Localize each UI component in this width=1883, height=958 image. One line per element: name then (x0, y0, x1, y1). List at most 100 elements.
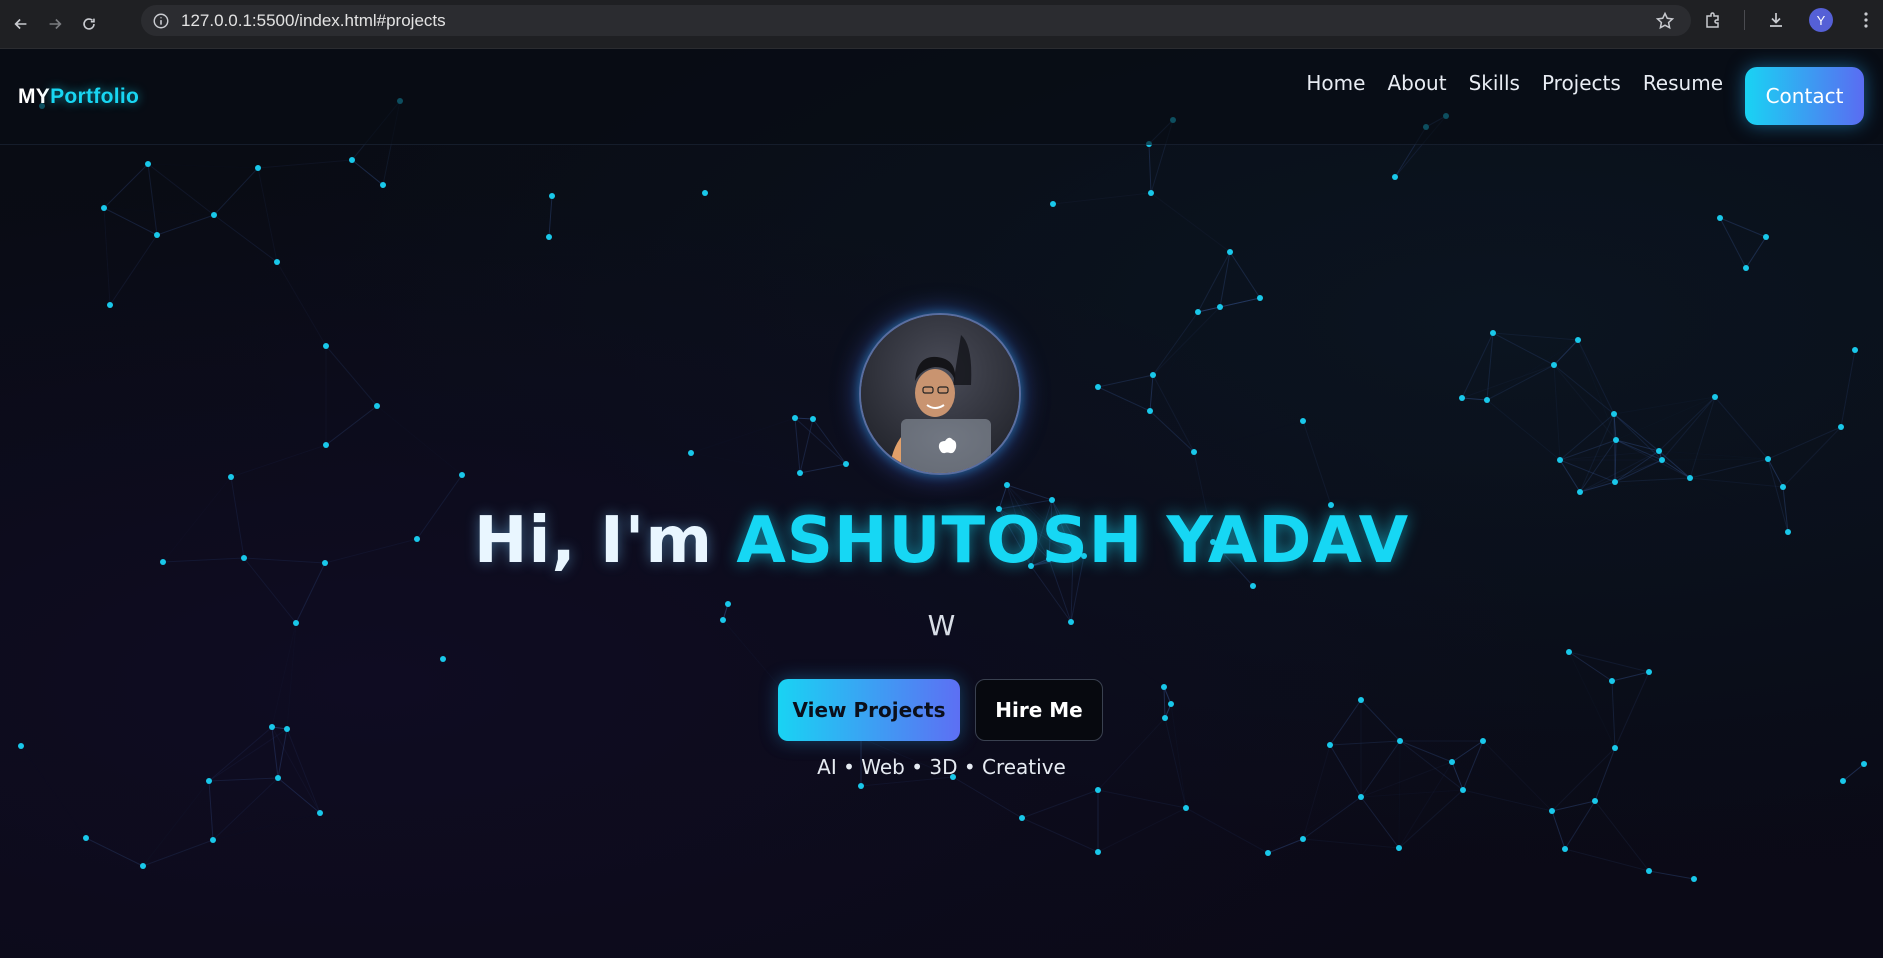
network-node (1484, 397, 1490, 403)
network-link (1594, 800, 1650, 872)
network-link (1553, 364, 1615, 415)
network-link (276, 261, 327, 347)
network-link (257, 167, 278, 263)
menu-icon[interactable] (1853, 7, 1879, 33)
typed-role-text: W (927, 609, 956, 642)
network-link (1360, 699, 1401, 742)
network-link (148, 164, 258, 168)
address-bar[interactable]: 127.0.0.1:5500/index.html#projects (141, 5, 1691, 36)
nav-links: Home About Skills Projects Resume (1284, 71, 1723, 95)
reload-icon[interactable] (74, 9, 104, 39)
network-node (1612, 745, 1618, 751)
network-link (1152, 306, 1221, 376)
network-node (1358, 697, 1364, 703)
network-link (1559, 459, 1616, 483)
network-node (1095, 849, 1101, 855)
network-node (1557, 457, 1563, 463)
network-node (1095, 787, 1101, 793)
network-link (213, 214, 278, 263)
network-node (1217, 304, 1223, 310)
extensions-icon[interactable] (1700, 7, 1726, 33)
network-link (351, 159, 384, 186)
network-link (213, 813, 320, 840)
network-link (277, 777, 321, 814)
network-link (1302, 796, 1362, 840)
network-link (1219, 251, 1231, 308)
network-node (1265, 850, 1271, 856)
network-node (83, 835, 89, 841)
network-node (688, 450, 694, 456)
network-link (1398, 789, 1464, 849)
profile-avatar[interactable]: Y (1809, 8, 1833, 32)
network-node (1195, 309, 1201, 315)
hero-heading: Hi, I'm ASHUTOSH YADAV (0, 504, 1883, 578)
network-link (1492, 332, 1579, 341)
nav-link-resume[interactable]: Resume (1643, 71, 1723, 95)
network-node (1712, 394, 1718, 400)
network-node (323, 442, 329, 448)
network-node (1327, 742, 1333, 748)
network-link (1462, 789, 1553, 812)
network-node (145, 161, 151, 167)
network-link (1361, 700, 1452, 762)
network-link (1152, 311, 1199, 376)
contact-button[interactable]: Contact (1745, 67, 1864, 125)
network-node (725, 601, 731, 607)
network-node (1490, 330, 1496, 336)
network-link (1661, 459, 1691, 479)
nav-link-about[interactable]: About (1387, 71, 1446, 95)
network-link (1689, 458, 1769, 479)
network-link (1714, 396, 1769, 460)
network-link (1461, 397, 1488, 401)
network-link (1611, 671, 1650, 682)
network-link (1097, 807, 1187, 853)
network-link (1648, 870, 1695, 880)
network-link (325, 345, 378, 407)
network-link (1194, 421, 1303, 452)
network-node (1577, 489, 1583, 495)
network-link (1745, 236, 1767, 269)
forward-icon[interactable] (40, 9, 70, 39)
network-link (1492, 332, 1555, 366)
network-node (1646, 868, 1652, 874)
network-node (1250, 583, 1256, 589)
network-node (1611, 411, 1617, 417)
network-link (794, 417, 847, 465)
site-navbar: MYPortfolio Home About Skills Projects R… (0, 49, 1883, 145)
network-node (1551, 362, 1557, 368)
network-node (1392, 174, 1398, 180)
network-link (103, 207, 158, 236)
network-link (1579, 439, 1617, 493)
network-link (109, 234, 158, 306)
network-link (230, 444, 327, 478)
site-info-icon[interactable] (151, 11, 171, 31)
network-node (1765, 456, 1771, 462)
network-node (374, 403, 380, 409)
network-link (1329, 699, 1362, 746)
nav-link-skills[interactable]: Skills (1469, 71, 1520, 95)
network-link (1486, 399, 1561, 461)
network-node (255, 165, 261, 171)
network-link (325, 405, 378, 446)
view-projects-button[interactable]: View Projects (778, 679, 960, 741)
nav-link-home[interactable]: Home (1306, 71, 1365, 95)
hire-me-button[interactable]: Hire Me (975, 679, 1103, 741)
bookmark-star-icon[interactable] (1655, 11, 1675, 31)
network-node (1687, 475, 1693, 481)
network-node (1763, 234, 1769, 240)
network-node (1095, 384, 1101, 390)
network-link (691, 418, 795, 453)
back-icon[interactable] (6, 9, 36, 39)
network-link (952, 776, 1023, 819)
site-logo[interactable]: MYPortfolio (18, 85, 139, 109)
download-icon[interactable] (1763, 7, 1789, 33)
network-link (1661, 458, 1769, 461)
network-node (810, 416, 816, 422)
network-node (1780, 484, 1786, 490)
nav-link-projects[interactable]: Projects (1542, 71, 1621, 95)
network-link (1614, 459, 1663, 483)
network-node (323, 343, 329, 349)
network-node (154, 232, 160, 238)
network-node (1562, 846, 1568, 852)
logo-prefix: MY (18, 85, 51, 108)
